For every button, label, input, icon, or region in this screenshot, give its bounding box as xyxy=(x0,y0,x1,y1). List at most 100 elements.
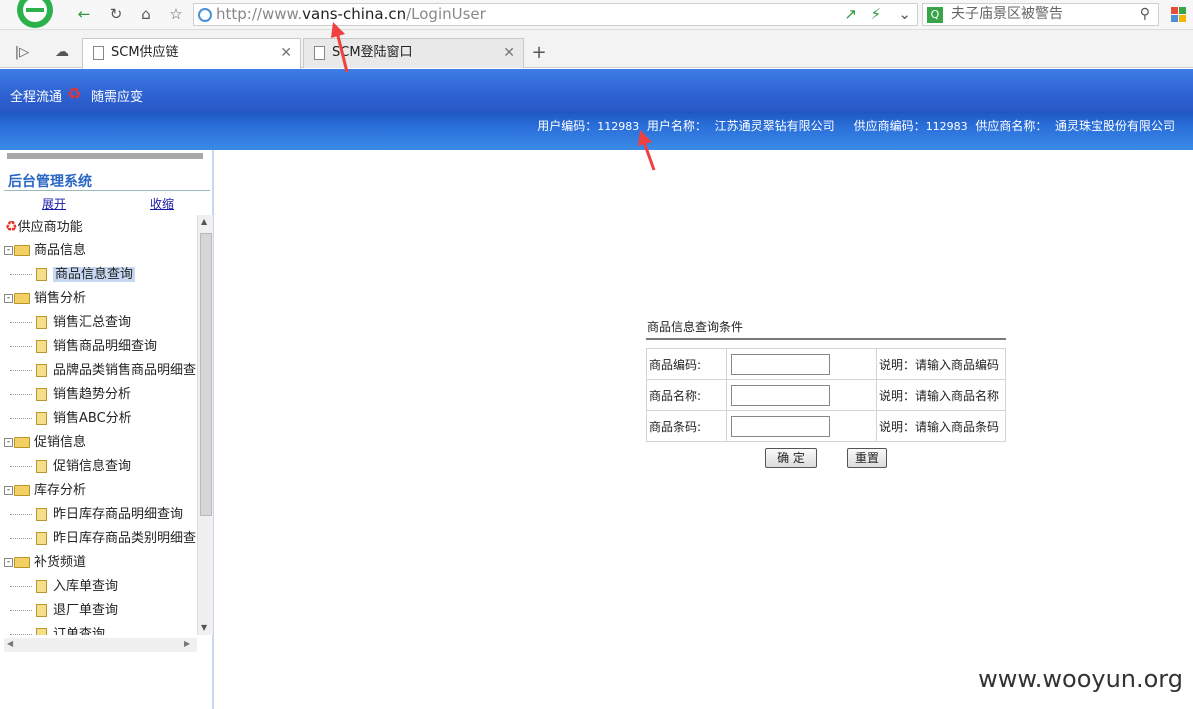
refresh-icon[interactable]: ↻ xyxy=(104,3,128,25)
back-icon[interactable]: ← xyxy=(72,3,96,25)
sidebar-top-bar xyxy=(7,153,203,159)
search-engine-icon: Q xyxy=(927,7,943,23)
scroll-up-icon[interactable]: ▲ xyxy=(201,217,207,226)
folder-icon xyxy=(14,437,30,448)
collapse-toggle-icon[interactable]: - xyxy=(4,246,13,255)
page-icon xyxy=(36,460,47,473)
document-icon xyxy=(314,46,325,60)
search-text: 夫子庙景区被警告 xyxy=(951,6,1063,22)
form-title: 商品信息查询条件 xyxy=(647,320,744,334)
new-tab-button[interactable]: + xyxy=(527,41,551,63)
folder-icon xyxy=(14,485,30,496)
product-name-input[interactable] xyxy=(731,384,830,406)
sidebar: 后台管理系统 展开 收缩 ♻供应商功能 - 商品信息 商品信息查询 - 销售分析 销售汇总… xyxy=(0,150,214,709)
tree-item-label: 商品信息查询 xyxy=(53,267,136,282)
annotation-arrow-usercode xyxy=(638,130,656,171)
share-icon[interactable]: ↗ xyxy=(844,4,857,25)
page-icon xyxy=(36,604,47,617)
tree-item[interactable]: 销售商品明细查询 xyxy=(10,336,157,358)
form-row-code: 商品编码: 说明：请输入商品编码 xyxy=(646,348,1006,380)
folder-icon xyxy=(14,245,30,256)
function-tree: ♻供应商功能 - 商品信息 商品信息查询 - 销售分析 销售汇总查询 销售商品明细查询 品牌品… xyxy=(0,215,197,635)
tree-connector xyxy=(10,466,32,467)
close-tab-icon[interactable]: ✕ xyxy=(503,39,515,67)
tree-item[interactable]: 销售趋势分析 xyxy=(10,384,131,406)
tree-item-label: 入库单查询 xyxy=(53,579,119,594)
tree-item[interactable]: 昨日库存商品明细查询 xyxy=(10,504,183,526)
sidebar-title: 后台管理系统 xyxy=(8,174,92,190)
collapse-toggle-icon[interactable]: - xyxy=(4,486,13,495)
field-cell xyxy=(726,410,877,442)
tree-item[interactable]: 昨日库存商品类别明细查 xyxy=(10,528,196,550)
address-bar-row: ← ↻ ⌂ ☆ http://www.vans-china.cn/LoginUs… xyxy=(0,0,1193,30)
scroll-thumb[interactable] xyxy=(200,233,212,516)
confirm-button[interactable]: 确 定 xyxy=(765,448,817,468)
horizontal-scrollbar[interactable]: ◀ ▶ xyxy=(4,638,197,652)
url-prefix: http://www. xyxy=(216,5,303,23)
tree-connector xyxy=(10,610,32,611)
user-code: 112983 xyxy=(597,120,640,133)
tree-item-label: 销售汇总查询 xyxy=(53,315,132,330)
tree-connector xyxy=(10,322,32,323)
supplier-name-label: 供应商名称： xyxy=(975,119,1048,133)
tree-folder[interactable]: - 补货频道 xyxy=(4,552,86,574)
expand-link[interactable]: 展开 xyxy=(42,195,66,212)
field-label: 商品名称: xyxy=(646,379,727,411)
home-icon[interactable]: ⌂ xyxy=(134,3,158,25)
chevron-down-icon[interactable]: ⌄ xyxy=(898,4,911,25)
tree-folder[interactable]: - 促销信息 xyxy=(4,432,86,454)
tree-connector xyxy=(10,586,32,587)
annotation-arrow-url xyxy=(331,22,349,73)
close-tab-icon[interactable]: ✕ xyxy=(280,39,292,67)
product-barcode-input[interactable] xyxy=(731,415,830,437)
page-icon xyxy=(36,412,47,425)
user-info-bar: 用户编码：112983 用户名称： 江苏通灵翠钻有限公司 供应商编码：11298… xyxy=(0,111,1193,150)
sidebar-toggle-icon[interactable]: |▷ xyxy=(10,41,34,63)
user-info: 用户编码：112983 用户名称： 江苏通灵翠钻有限公司 供应商编码：11298… xyxy=(537,117,1175,134)
reset-button[interactable]: 重置 xyxy=(847,448,887,468)
lightning-icon[interactable]: ⚡ xyxy=(870,4,881,25)
star-icon[interactable]: ☆ xyxy=(164,3,188,25)
page-icon xyxy=(36,508,47,521)
collapse-toggle-icon[interactable]: - xyxy=(4,438,13,447)
tree-connector xyxy=(10,394,32,395)
tree-item-label: 库存分析 xyxy=(34,483,87,498)
scroll-left-icon[interactable]: ◀ xyxy=(7,639,13,648)
collapse-link[interactable]: 收缩 xyxy=(150,195,174,212)
page-icon xyxy=(36,532,47,545)
tree-item[interactable]: 商品信息查询 xyxy=(10,264,136,286)
vertical-scrollbar[interactable]: ▲ ▼ xyxy=(197,215,213,635)
globe-icon xyxy=(198,8,212,22)
collapse-toggle-icon[interactable]: - xyxy=(4,294,13,303)
field-cell xyxy=(726,348,877,380)
tree-item-label: 订单查询 xyxy=(53,627,106,635)
cloud-icon[interactable]: ☁ xyxy=(50,41,74,63)
tree-item[interactable]: 促销信息查询 xyxy=(10,456,131,478)
tree-item[interactable]: 品牌品类销售商品明细查 xyxy=(10,360,196,382)
search-icon[interactable]: ⚲ xyxy=(1140,4,1150,25)
scroll-down-icon[interactable]: ▼ xyxy=(201,623,207,632)
scroll-right-icon[interactable]: ▶ xyxy=(184,639,190,648)
apps-icon[interactable] xyxy=(1163,0,1193,30)
user-code-label: 用户编码： xyxy=(537,119,598,133)
tree-item[interactable]: 订单查询 xyxy=(10,624,105,635)
tree-item-label: 销售ABC分析 xyxy=(53,411,132,426)
tree-item[interactable]: 入库单查询 xyxy=(10,576,118,598)
tree-folder[interactable]: - 库存分析 xyxy=(4,480,86,502)
tree-item[interactable]: 销售汇总查询 xyxy=(10,312,131,334)
tree-item-label: 促销信息查询 xyxy=(53,459,132,474)
folder-icon xyxy=(14,293,30,304)
tree-item-label: 销售商品明细查询 xyxy=(53,339,158,354)
collapse-toggle-icon[interactable]: - xyxy=(4,558,13,567)
url-input[interactable]: http://www.vans-china.cn/LoginUser ↗ ⚡ ⌄ xyxy=(193,3,918,26)
tab-scm-supply-chain[interactable]: SCM供应链 ✕ xyxy=(82,38,301,69)
tree-item[interactable]: 销售ABC分析 xyxy=(10,408,132,430)
product-code-input[interactable] xyxy=(731,353,830,375)
watermark: www.wooyun.org xyxy=(978,665,1183,693)
supplier-name: 通灵珠宝股份有限公司 xyxy=(1054,119,1175,133)
tree-folder[interactable]: - 销售分析 xyxy=(4,288,86,310)
tree-item[interactable]: 退厂单查询 xyxy=(10,600,118,622)
tree-folder[interactable]: - 商品信息 xyxy=(4,240,86,262)
recycle-icon: ♻ xyxy=(5,219,18,235)
search-input[interactable]: Q 夫子庙景区被警告 ⚲ xyxy=(922,3,1159,26)
